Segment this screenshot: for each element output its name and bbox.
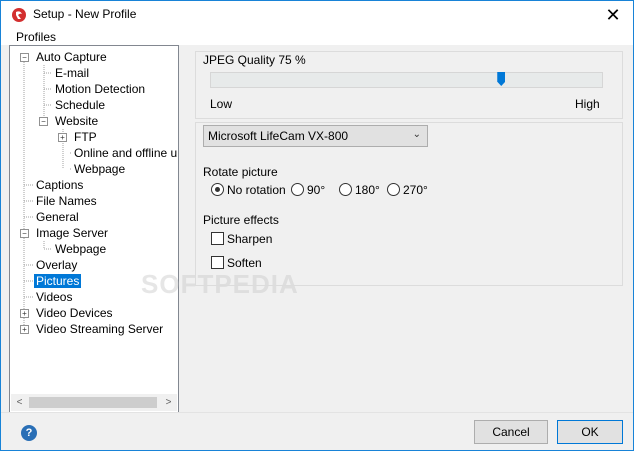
cancel-button[interactable]: Cancel: [474, 420, 548, 444]
tree-label: Captions: [36, 178, 84, 192]
close-icon: ✕: [605, 4, 621, 25]
tree-label: Webpage: [55, 242, 107, 256]
rotation-none-label[interactable]: No rotation: [227, 183, 286, 197]
chevron-down-icon: ⌄: [412, 129, 421, 140]
tree-item-file-names[interactable]: File Names: [34, 193, 99, 209]
footer-separator: [1, 412, 633, 413]
menu-profiles[interactable]: Profiles: [16, 30, 56, 44]
tree-item-video-devices[interactable]: Video Devices: [34, 305, 115, 321]
tree-item-schedule[interactable]: Schedule: [53, 97, 107, 113]
jpeg-quality-label: JPEG Quality 75 %: [203, 53, 306, 67]
tree-label: Overlay: [36, 258, 78, 272]
tree-item-captions[interactable]: Captions: [34, 177, 85, 193]
tree-item-pictures[interactable]: Pictures: [34, 273, 82, 289]
tree-label: E-mail: [55, 66, 90, 80]
collapse-icon[interactable]: −: [20, 229, 29, 238]
scrollbar-thumb[interactable]: [29, 397, 157, 408]
tree-item-email[interactable]: E-mail: [53, 65, 91, 81]
expand-icon[interactable]: +: [20, 309, 29, 318]
tree-label: Videos: [36, 290, 73, 304]
tree-item-online-offline[interactable]: Online and offline uplc: [72, 145, 178, 161]
tree-label: Webpage: [74, 162, 126, 176]
slider-high-label: High: [575, 97, 600, 111]
tree-item-overlay[interactable]: Overlay: [34, 257, 79, 273]
rotation-none-radio[interactable]: [211, 183, 224, 196]
rotation-180-radio[interactable]: [339, 183, 352, 196]
soften-checkbox[interactable]: [211, 256, 224, 269]
rotation-270-radio[interactable]: [387, 183, 400, 196]
tree-label: General: [36, 210, 79, 224]
camera-select[interactable]: Microsoft LifeCam VX-800 ⌄: [203, 125, 428, 147]
tree-item-videos[interactable]: Videos: [34, 289, 74, 305]
rotate-picture-label: Rotate picture: [203, 165, 278, 179]
app-logo-icon: [12, 8, 26, 22]
tree-item-motion-detection[interactable]: Motion Detection: [53, 81, 147, 97]
tree-label: Pictures: [34, 274, 82, 288]
rotation-90-label[interactable]: 90°: [307, 183, 325, 197]
tree-item-webpage[interactable]: Webpage: [72, 161, 127, 177]
tree-label: Schedule: [55, 98, 106, 112]
collapse-icon[interactable]: −: [39, 117, 48, 126]
close-button[interactable]: ✕: [593, 1, 633, 29]
setup-window: Setup - New Profile ✕ Profiles − Auto Ca…: [0, 0, 634, 451]
sharpen-checkbox[interactable]: [211, 232, 224, 245]
scroll-left-icon[interactable]: <: [11, 394, 28, 411]
tree-item-video-streaming-server[interactable]: Video Streaming Server: [34, 321, 165, 337]
help-icon[interactable]: ?: [21, 425, 37, 441]
tree-label: Video Devices: [36, 306, 113, 320]
sharpen-label[interactable]: Sharpen: [227, 232, 272, 246]
expand-icon[interactable]: +: [58, 133, 67, 142]
picture-effects-label: Picture effects: [203, 213, 279, 227]
jpeg-quality-slider-track[interactable]: [210, 72, 603, 88]
menu-bar: Profiles: [1, 29, 633, 45]
camera-select-value: Microsoft LifeCam VX-800: [208, 129, 349, 143]
tree-item-image-server-webpage[interactable]: Webpage: [53, 241, 108, 257]
collapse-icon[interactable]: −: [20, 53, 29, 62]
tree-label: Online and offline uplc: [74, 146, 178, 160]
horizontal-scrollbar[interactable]: < >: [11, 394, 177, 411]
tree-item-auto-capture[interactable]: Auto Capture: [34, 49, 109, 65]
soften-label[interactable]: Soften: [227, 256, 262, 270]
tree-label: Auto Capture: [36, 50, 107, 64]
tree-item-general[interactable]: General: [34, 209, 81, 225]
tree-label: Video Streaming Server: [36, 322, 164, 336]
tree-label: File Names: [36, 194, 97, 208]
tree-item-website[interactable]: Website: [53, 113, 100, 129]
tree-item-image-server[interactable]: Image Server: [34, 225, 110, 241]
settings-tree[interactable]: − Auto Capture E-mail Motion Detection S…: [9, 45, 179, 413]
tree-label: FTP: [74, 130, 97, 144]
tree-label: Website: [55, 114, 99, 128]
title-bar: Setup - New Profile ✕: [1, 1, 633, 29]
expand-icon[interactable]: +: [20, 325, 29, 334]
tree-label: Motion Detection: [55, 82, 146, 96]
rotation-180-label[interactable]: 180°: [355, 183, 380, 197]
tree-label: Image Server: [36, 226, 109, 240]
window-title: Setup - New Profile: [33, 7, 137, 21]
rotation-90-radio[interactable]: [291, 183, 304, 196]
slider-low-label: Low: [210, 97, 233, 111]
rotation-270-label[interactable]: 270°: [403, 183, 428, 197]
tree-item-ftp[interactable]: FTP: [72, 129, 99, 145]
ok-button[interactable]: OK: [557, 420, 623, 444]
scroll-right-icon[interactable]: >: [160, 394, 177, 411]
